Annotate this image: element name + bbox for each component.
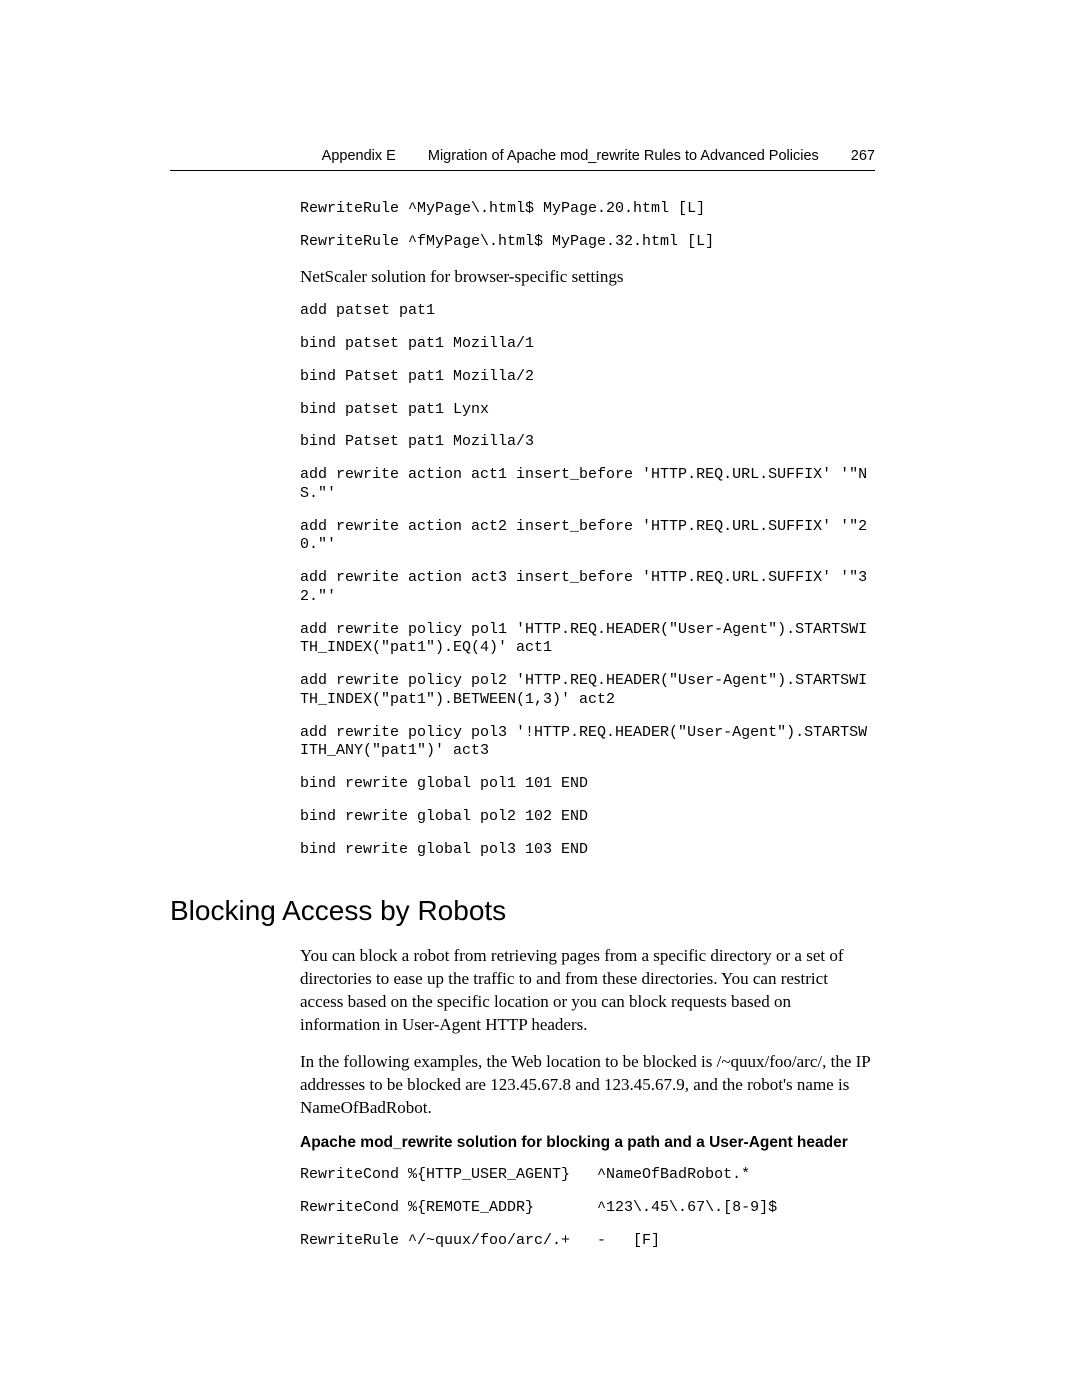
body-paragraph: In the following examples, the Web locat…: [300, 1051, 875, 1120]
code-line: add rewrite policy pol1 'HTTP.REQ.HEADER…: [300, 621, 875, 659]
code-line: bind patset pat1 Mozilla/1: [300, 335, 875, 354]
code-line: add rewrite action act1 insert_before 'H…: [300, 466, 875, 504]
code-line: add rewrite policy pol3 '!HTTP.REQ.HEADE…: [300, 724, 875, 762]
body-paragraph: You can block a robot from retrieving pa…: [300, 945, 875, 1037]
code-line: add rewrite action act3 insert_before 'H…: [300, 569, 875, 607]
header-rule: [170, 170, 875, 171]
code-line: add rewrite policy pol2 'HTTP.REQ.HEADER…: [300, 672, 875, 710]
code-line: RewriteCond %{REMOTE_ADDR} ^123\.45\.67\…: [300, 1199, 875, 1218]
page: Appendix E Migration of Apache mod_rewri…: [0, 0, 1080, 1397]
running-header: Appendix E Migration of Apache mod_rewri…: [322, 148, 875, 164]
code-line: bind Patset pat1 Mozilla/3: [300, 433, 875, 452]
code-line: RewriteRule ^fMyPage\.html$ MyPage.32.ht…: [300, 233, 875, 252]
code-line: bind rewrite global pol2 102 END: [300, 808, 875, 827]
code-line: bind Patset pat1 Mozilla/2: [300, 368, 875, 387]
intro-text: NetScaler solution for browser-specific …: [300, 266, 875, 289]
code-line: bind rewrite global pol3 103 END: [300, 841, 875, 860]
page-number: 267: [851, 148, 875, 164]
content-area: RewriteRule ^MyPage\.html$ MyPage.20.htm…: [300, 200, 875, 1264]
code-line: RewriteCond %{HTTP_USER_AGENT} ^NameOfBa…: [300, 1166, 875, 1185]
code-line: bind patset pat1 Lynx: [300, 401, 875, 420]
header-title: Migration of Apache mod_rewrite Rules to…: [428, 148, 819, 164]
code-line: add rewrite action act2 insert_before 'H…: [300, 518, 875, 556]
code-line: RewriteRule ^MyPage\.html$ MyPage.20.htm…: [300, 200, 875, 219]
bold-label: Apache mod_rewrite solution for blocking…: [300, 1134, 875, 1152]
code-line: add patset pat1: [300, 302, 875, 321]
section-heading: Blocking Access by Robots: [170, 895, 870, 927]
appendix-label: Appendix E: [322, 148, 396, 164]
code-line: RewriteRule ^/~quux/foo/arc/.+ - [F]: [300, 1232, 875, 1251]
code-line: bind rewrite global pol1 101 END: [300, 775, 875, 794]
